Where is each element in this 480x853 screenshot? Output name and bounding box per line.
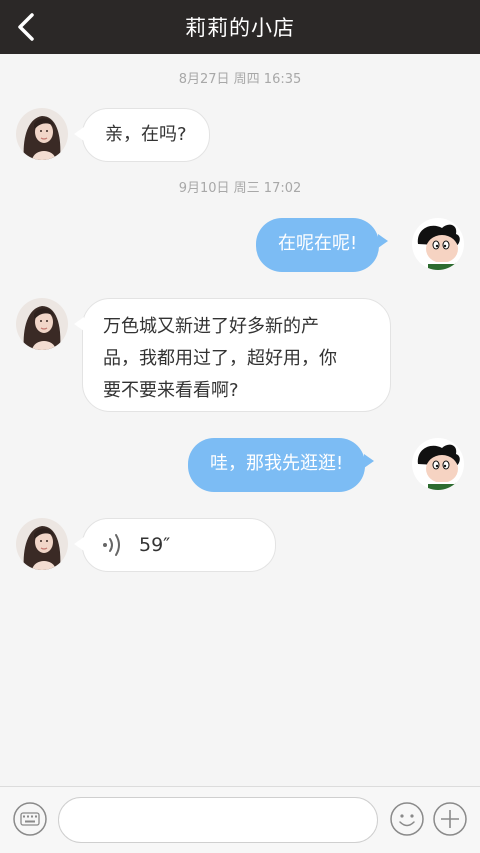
incoming-message-bubble[interactable]: 亲，在吗? (74, 108, 210, 162)
incoming-message-bubble[interactable]: 万色城又新进了好多新的产 品，我都用过了，超好用，你 要不要来看看啊? (74, 298, 391, 412)
contact-avatar-image (16, 298, 68, 350)
message-text: 亲，在吗? (105, 124, 187, 145)
voice-duration: 59″ (139, 534, 171, 556)
timestamp: 9月10日 周三 17:02 (178, 181, 302, 196)
message-line: 品，我都用过了，超好用，你 (103, 348, 337, 369)
keyboard-icon (13, 802, 47, 836)
emoji-button[interactable] (389, 801, 425, 841)
contact-avatar-image (16, 108, 68, 160)
contact-avatar-image (16, 518, 68, 570)
more-button[interactable] (432, 801, 468, 841)
message-line: 要不要来看看啊? (103, 380, 239, 401)
input-bar (0, 786, 480, 853)
message-line: 万色城又新进了好多新的产 (103, 316, 319, 337)
message-text: 哇，那我先逛逛! (210, 453, 344, 474)
avatar[interactable] (16, 298, 68, 350)
message-text: 在呢在呢! (278, 233, 358, 254)
title-bar: 莉莉的小店 (0, 0, 480, 54)
voice-message-bubble[interactable]: 59″ (74, 518, 276, 572)
back-button[interactable] (0, 0, 52, 54)
avatar[interactable] (16, 108, 68, 160)
avatar[interactable] (412, 438, 464, 490)
timestamp: 8月27日 周四 16:35 (178, 72, 302, 87)
user-avatar-image (412, 218, 464, 270)
outgoing-message-bubble[interactable]: 哇，那我先逛逛! (188, 438, 375, 492)
avatar[interactable] (412, 218, 464, 270)
sound-wave-icon (103, 534, 120, 556)
message-input[interactable] (58, 797, 378, 843)
user-avatar-image (412, 438, 464, 490)
chevron-left-icon (18, 13, 34, 41)
chat-area[interactable]: 8月27日 周四 16:35 亲，在吗? 9月10日 周三 17:02 在呢在呢… (0, 54, 480, 786)
smiley-icon (390, 802, 424, 836)
avatar[interactable] (16, 518, 68, 570)
page-title: 莉莉的小店 (185, 16, 295, 40)
outgoing-message-bubble[interactable]: 在呢在呢! (256, 218, 389, 272)
plus-icon (433, 802, 467, 836)
keyboard-button[interactable] (12, 801, 48, 841)
